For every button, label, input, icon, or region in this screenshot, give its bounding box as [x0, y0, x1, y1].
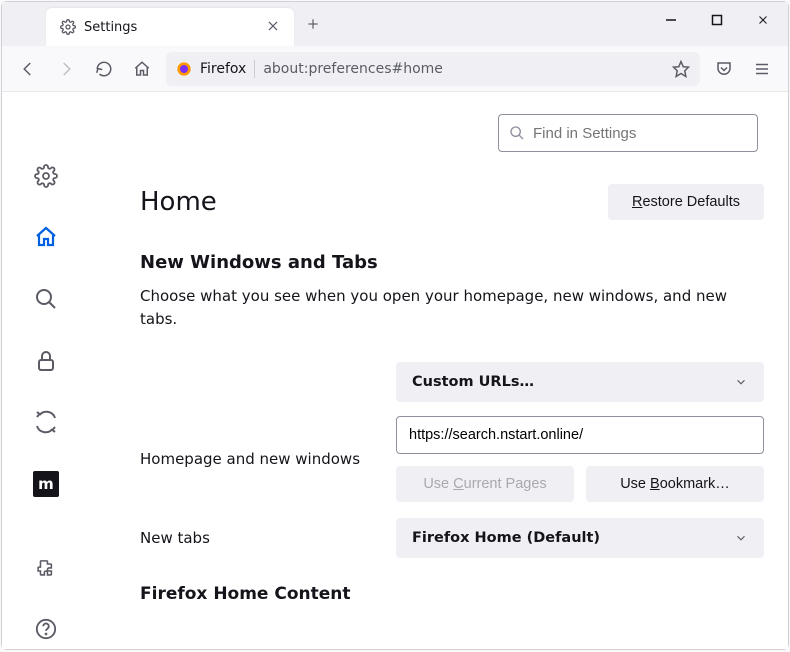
new-tab-button[interactable] [300, 11, 326, 37]
category-home-icon[interactable] [26, 218, 66, 258]
close-tab-icon[interactable] [266, 19, 282, 35]
find-in-settings[interactable] [498, 114, 758, 152]
app-menu-button[interactable] [748, 55, 776, 83]
page-heading: Home [140, 187, 217, 217]
reload-button[interactable] [90, 55, 118, 83]
restore-defaults-button[interactable]: Restore Defaults [608, 184, 764, 220]
section-new-windows-tabs: New Windows and Tabs [140, 252, 764, 273]
homepage-url-input[interactable] [396, 416, 764, 454]
category-sync-icon[interactable] [26, 403, 66, 443]
category-search-icon[interactable] [26, 279, 66, 319]
section-home-content: Firefox Home Content [140, 584, 764, 604]
category-extension-icon[interactable]: m [26, 464, 66, 504]
minimize-button[interactable] [648, 2, 694, 38]
use-current-pages-button[interactable]: Use Current Pages [396, 466, 574, 502]
chevron-down-icon [734, 531, 748, 545]
category-general-icon[interactable] [26, 156, 66, 196]
category-help-icon[interactable] [26, 609, 66, 649]
category-extensions-icon[interactable] [26, 548, 66, 588]
newtabs-label: New tabs [140, 529, 380, 547]
back-button[interactable] [14, 55, 42, 83]
find-in-settings-input[interactable] [533, 125, 747, 142]
bookmark-star-icon[interactable] [672, 60, 690, 78]
chevron-down-icon [734, 375, 748, 389]
use-bookmark-button[interactable]: Use Bookmark… [586, 466, 764, 502]
url-text[interactable]: about:preferences#home [263, 61, 664, 77]
homepage-select-value: Custom URLs… [412, 374, 534, 390]
site-identity-label: Firefox [200, 61, 246, 77]
homepage-select[interactable]: Custom URLs… [396, 362, 764, 402]
url-separator [254, 60, 255, 78]
active-tab[interactable]: Settings [46, 8, 294, 46]
maximize-button[interactable] [694, 2, 740, 38]
gear-icon [60, 19, 76, 35]
forward-button[interactable] [52, 55, 80, 83]
titlebar: Settings [2, 2, 788, 46]
tab-title: Settings [84, 20, 258, 35]
pocket-button[interactable] [710, 55, 738, 83]
navigation-toolbar: Firefox about:preferences#home [2, 46, 788, 92]
firefox-icon [176, 61, 192, 77]
preferences-page: m Home Restore Defaults New Wind [2, 92, 788, 649]
preferences-main: Home Restore Defaults New Windows and Ta… [90, 92, 788, 649]
close-window-button[interactable] [740, 2, 786, 38]
newtabs-select[interactable]: Firefox Home (Default) [396, 518, 764, 558]
section-description: Choose what you see when you open your h… [140, 285, 764, 330]
homepage-row-label: Homepage and new windows [140, 450, 380, 468]
url-bar[interactable]: Firefox about:preferences#home [166, 52, 700, 86]
category-privacy-icon[interactable] [26, 341, 66, 381]
browser-window: Settings [1, 1, 789, 650]
home-button[interactable] [128, 55, 156, 83]
window-controls [648, 2, 786, 38]
m-badge: m [33, 471, 59, 497]
category-sidebar: m [2, 92, 90, 649]
search-icon [509, 125, 525, 141]
newtabs-select-value: Firefox Home (Default) [412, 530, 600, 546]
